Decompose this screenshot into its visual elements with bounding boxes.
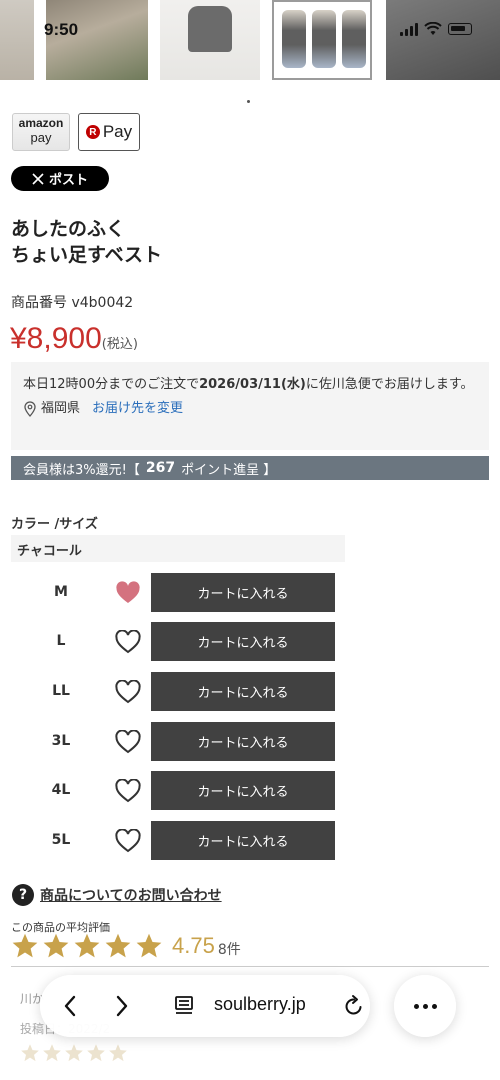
star-icon: [65, 1044, 83, 1062]
shipping-location: 福岡県 お届け先を変更: [23, 398, 477, 419]
size-label: 5L: [51, 832, 71, 848]
points-prefix: 会員様は3%還元!【: [23, 462, 140, 478]
average-rating: 4.75 8件: [11, 932, 241, 960]
size-row: 3L カートに入れる: [11, 722, 341, 762]
add-to-cart-button[interactable]: カートに入れる: [151, 722, 335, 761]
heart-outline-icon[interactable]: [115, 680, 141, 704]
price-value: ¥8,900: [10, 322, 102, 355]
star-icon: [87, 1044, 105, 1062]
location-pin-icon: [24, 400, 36, 417]
star-icon: [109, 1044, 127, 1062]
review-stars: [20, 1043, 128, 1063]
product-thumbnail[interactable]: [160, 0, 260, 80]
size-row: 4L カートに入れる: [11, 771, 341, 811]
size-row: LL カートに入れる: [11, 672, 341, 712]
star-icon: [12, 933, 38, 958]
product-thumbnail-strip: [0, 0, 500, 82]
rakuten-pay-badge: R Pay: [78, 113, 140, 151]
address-bar[interactable]: soulberry.jp: [214, 994, 306, 1015]
product-thumbnail[interactable]: [0, 0, 34, 80]
shipping-prefecture: 福岡県: [41, 401, 81, 416]
inquiry-label: 商品についてのお問い合わせ: [40, 888, 222, 904]
points-banner: 会員様は3%還元!【 267 ポイント進呈 】: [11, 456, 489, 480]
size-row: L カートに入れる: [11, 622, 341, 662]
size-row: 5L カートに入れる: [11, 821, 341, 861]
back-icon[interactable]: [58, 993, 84, 1019]
shipping-suffix: に佐川急便でお届けします。: [305, 377, 474, 392]
amazon-pay-text: amazon: [18, 116, 64, 130]
star-icon: [43, 1044, 61, 1062]
x-logo-icon: [32, 172, 44, 185]
rakuten-pay-text: Pay: [102, 122, 133, 141]
points-suffix: ポイント進呈 】: [181, 462, 277, 478]
size-row: M カートに入れる: [11, 573, 341, 613]
heart-outline-icon[interactable]: [115, 630, 141, 654]
product-title-line1: あしたのふく: [11, 218, 126, 240]
more-options-button[interactable]: [394, 975, 456, 1037]
rating-count: 8件: [217, 942, 241, 958]
product-price: ¥8,900(税込): [10, 322, 138, 356]
amazon-pay-badge: amazon pay: [12, 113, 70, 151]
size-label: L: [56, 633, 66, 649]
star-icon: [74, 933, 100, 958]
signal-icon: [400, 22, 418, 36]
shipping-prefix: 本日12時00分までのご注文で: [23, 377, 200, 392]
status-time: 9:50: [44, 20, 79, 39]
change-destination-link[interactable]: お届け先を変更: [92, 398, 183, 419]
star-icon: [43, 933, 69, 958]
payment-badges: amazon pay R Pay: [12, 113, 140, 151]
product-title: あしたのふく ちょい足すベスト: [11, 216, 162, 268]
tax-note: (税込): [101, 337, 138, 352]
more-dot: [413, 1003, 419, 1009]
sku-label: 商品番号: [11, 295, 67, 311]
browser-toolbar: soulberry.jp: [40, 975, 370, 1037]
add-to-cart-button[interactable]: カートに入れる: [151, 573, 335, 612]
add-to-cart-button[interactable]: カートに入れる: [151, 821, 335, 860]
star-icon: [21, 1044, 39, 1062]
reader-mode-icon[interactable]: [172, 994, 196, 1018]
forward-icon[interactable]: [108, 993, 134, 1019]
add-to-cart-button[interactable]: カートに入れる: [151, 622, 335, 661]
heart-filled-icon[interactable]: [115, 581, 141, 605]
x-post-button[interactable]: ポスト: [11, 166, 109, 191]
add-to-cart-button[interactable]: カートに入れる: [151, 771, 335, 810]
more-dot: [431, 1003, 437, 1009]
heart-outline-icon[interactable]: [115, 779, 141, 803]
shipping-date: 2026/03/11(水): [199, 377, 306, 392]
question-icon: ?: [12, 884, 34, 906]
heart-outline-icon[interactable]: [115, 829, 141, 853]
variant-label: カラー /サイズ: [11, 517, 98, 532]
product-sku: 商品番号 v4b0042: [11, 292, 133, 312]
battery-icon: [448, 23, 472, 35]
points-amount: 267: [145, 460, 176, 476]
star-icon: [136, 933, 162, 958]
more-dot: [422, 1003, 428, 1009]
reload-icon[interactable]: [342, 993, 366, 1019]
product-title-line2: ちょい足すベスト: [11, 244, 163, 266]
product-thumbnail[interactable]: [386, 0, 500, 80]
size-label: 4L: [51, 782, 71, 798]
size-label: LL: [52, 683, 70, 699]
star-icon: [105, 933, 131, 958]
shipping-info: 本日12時00分までのご注文で2026/03/11(水)に佐川急便でお届けします…: [11, 362, 489, 450]
rakuten-icon: R: [85, 125, 100, 139]
product-inquiry-link[interactable]: ? 商品についてのお問い合わせ: [12, 884, 222, 906]
amazon-pay-subtext: pay: [30, 130, 52, 145]
size-label: 3L: [51, 733, 71, 749]
variant-color: チャコール: [11, 535, 345, 562]
shipping-text: 本日12時00分までのご注文で2026/03/11(水)に佐川急便でお届けします…: [23, 374, 477, 395]
status-icons: [400, 22, 472, 36]
heart-outline-icon[interactable]: [115, 730, 141, 754]
divider: [11, 966, 489, 967]
x-post-label: ポスト: [48, 173, 88, 188]
sku-value: v4b0042: [71, 295, 134, 311]
rating-score: 4.75: [172, 933, 215, 958]
add-to-cart-button[interactable]: カートに入れる: [151, 672, 335, 711]
product-thumbnail-selected[interactable]: [272, 0, 372, 80]
size-label: M: [54, 584, 68, 600]
carousel-indicator: [247, 100, 250, 103]
wifi-icon: [424, 22, 442, 35]
product-thumbnail[interactable]: [46, 0, 148, 80]
